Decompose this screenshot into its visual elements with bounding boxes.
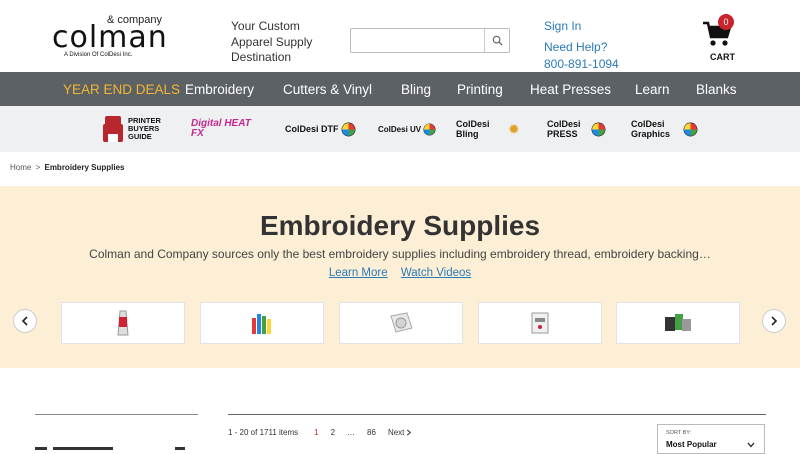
chevron-right-icon — [771, 316, 778, 326]
accessories-image — [665, 314, 691, 331]
watch-videos-link[interactable]: Watch Videos — [401, 267, 471, 279]
subcategory-card[interactable] — [200, 302, 324, 344]
page-link-86[interactable]: 86 — [367, 428, 376, 437]
colman-logo[interactable]: & company colman A Division Of ColDesi I… — [52, 14, 167, 62]
page-ellipsis: … — [347, 428, 356, 437]
brand-uv-label: ColDesi UV — [378, 124, 422, 134]
brand-coldesi-uv[interactable]: ColDesi UV — [378, 114, 436, 144]
results-divider — [228, 414, 766, 415]
sort-value: Most Popular — [666, 440, 717, 449]
color-wheel-icon — [423, 122, 436, 136]
brand-press-label: ColDesi PRESS — [547, 119, 581, 139]
nav-item-cutters-vinyl[interactable]: Cutters & Vinyl — [283, 82, 372, 97]
chevron-down-icon — [747, 442, 755, 448]
brand-graphics-label: ColDesi Graphics — [631, 119, 671, 139]
brand-coldesi-press[interactable]: ColDesi PRESS — [547, 114, 606, 144]
search-button[interactable] — [484, 29, 509, 52]
nav-item-heat-presses[interactable]: Heat Presses — [530, 82, 611, 97]
brand-dtf-label: ColDesi DTF — [285, 124, 339, 134]
nav-item-year-end-deals[interactable]: YEAR END DEALS — [63, 82, 180, 97]
color-wheel-icon — [683, 122, 698, 136]
nav-item-blanks[interactable]: Blanks — [696, 82, 737, 97]
thread-cone-image — [117, 310, 129, 336]
brand-printer-guide-label: PRINTER BUYERS GUIDE — [128, 116, 161, 141]
page-link-2[interactable]: 2 — [331, 428, 335, 437]
subcategory-card[interactable] — [478, 302, 602, 344]
brand-coldesi-dtf[interactable]: ColDesi DTF — [285, 114, 356, 144]
breadcrumb-home[interactable]: Home — [10, 163, 31, 172]
breadcrumb-current: Embroidery Supplies — [44, 163, 125, 172]
nav-item-embroidery[interactable]: Embroidery — [185, 82, 254, 97]
brand-bling-label: ColDesi Bling — [456, 119, 490, 139]
need-help-link[interactable]: Need Help? — [544, 39, 619, 56]
sort-label: SORT BY: — [666, 430, 692, 436]
backing-roll-image — [390, 312, 413, 333]
breadcrumb: Home > Embroidery Supplies — [10, 163, 125, 172]
nav-item-learn[interactable]: Learn — [635, 82, 670, 97]
page-title: Embroidery Supplies — [259, 210, 541, 241]
nav-item-printing[interactable]: Printing — [457, 82, 503, 97]
brand-printer-buyers-guide[interactable]: PRINTER BUYERS GUIDE — [102, 114, 168, 144]
results-count: 1 - 20 of 1711 items — [228, 428, 299, 437]
sign-in-link[interactable]: Sign In — [544, 18, 619, 35]
logo-name: colman — [52, 20, 168, 55]
brand-coldesi-bling[interactable]: ColDesi Bling ✹ — [456, 114, 520, 144]
pagination: 1 - 20 of 1711 items 1 2 … 86 Next — [228, 428, 412, 437]
brand-strip: PRINTER BUYERS GUIDE Digital HEAT FX Col… — [0, 106, 800, 152]
brand-digital-heat-fx[interactable]: Digital HEAT FX — [191, 114, 255, 144]
brand-coldesi-graphics[interactable]: ColDesi Graphics — [631, 114, 698, 144]
brand-digital-heat-fx-label: Digital HEAT FX — [191, 118, 251, 139]
category-hero: Embroidery Supplies Colman and Company s… — [0, 186, 800, 368]
tagline: Your Custom Apparel Supply Destination — [231, 19, 313, 64]
account-links: Sign In Need Help? 800-891-1094 — [544, 18, 619, 73]
subcategory-card[interactable] — [339, 302, 463, 344]
breadcrumb-separator: > — [35, 163, 41, 172]
site-header: & company colman A Division Of ColDesi I… — [0, 0, 800, 72]
cart-button[interactable]: 0 CART — [700, 14, 740, 64]
main-nav: YEAR END DEALS Embroidery Cutters & Viny… — [0, 72, 800, 106]
thread-set-image — [252, 314, 271, 334]
category-description: Colman and Company sources only the best… — [89, 247, 711, 261]
nav-item-bling[interactable]: Bling — [401, 82, 431, 97]
learn-more-link[interactable]: Learn More — [329, 267, 388, 279]
carousel-prev-button[interactable] — [13, 309, 37, 333]
chevron-left-icon — [21, 316, 28, 326]
search-box — [350, 28, 510, 53]
carousel-next-button[interactable] — [762, 309, 786, 333]
search-icon — [492, 35, 503, 46]
cart-label: CART — [710, 52, 735, 62]
sparkle-icon: ✹ — [508, 120, 520, 137]
cart-count-badge: 0 — [718, 14, 734, 30]
logo-division: A Division Of ColDesi Inc. — [64, 52, 133, 58]
printer-guide-icon — [103, 116, 123, 142]
filter-heading-peek — [35, 444, 185, 450]
needles-box-image — [531, 312, 549, 334]
chevron-right-icon — [407, 429, 412, 436]
subcategory-card[interactable] — [61, 302, 185, 344]
next-page-link[interactable]: Next — [388, 428, 404, 437]
subcategory-card[interactable] — [616, 302, 740, 344]
page-link-1[interactable]: 1 — [314, 428, 318, 437]
color-wheel-icon — [341, 122, 355, 136]
search-input[interactable] — [351, 29, 485, 52]
hero-links: Learn More Watch Videos — [0, 267, 800, 279]
filters-divider — [35, 414, 198, 415]
color-wheel-icon — [591, 122, 606, 136]
phone-link[interactable]: 800-891-1094 — [544, 56, 619, 73]
